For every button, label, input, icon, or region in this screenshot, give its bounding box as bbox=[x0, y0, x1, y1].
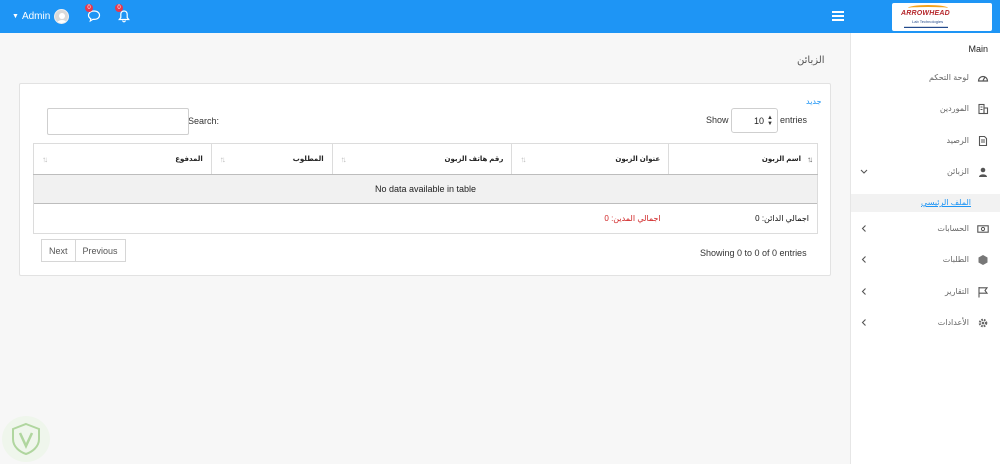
search-label: Search: bbox=[188, 116, 220, 126]
sidebar-item-balance[interactable]: الرصيد bbox=[851, 131, 1000, 151]
money-icon bbox=[977, 225, 989, 233]
table-row: No data available in table bbox=[33, 174, 818, 204]
pagination: Next Previous bbox=[41, 239, 126, 262]
chevron-left-icon bbox=[861, 225, 866, 232]
customers-table: ↑↓ المدفوع ↑↓ المطلوب ↑↓ رقم هاتف الزبون… bbox=[32, 143, 818, 234]
sidebar-item-reports[interactable]: التقارير bbox=[851, 282, 1000, 302]
sort-icon: ↑↓ bbox=[42, 155, 48, 164]
document-icon bbox=[978, 135, 988, 147]
gear-icon bbox=[978, 318, 988, 328]
empty-table-message: No data available in table bbox=[33, 174, 818, 204]
sidebar-item-label: الرصيد bbox=[946, 136, 969, 145]
customers-card: جديد entries 10 ▲ ▼ Show Search: ↑↓ المدف… bbox=[19, 83, 831, 276]
column-header-paid[interactable]: ↑↓ المدفوع bbox=[33, 143, 212, 175]
sidebar-item-label: لوحة التحكم bbox=[928, 73, 969, 82]
sidebar-item-label: الأعدادات bbox=[937, 318, 969, 327]
sidebar-item-label: الطلبات bbox=[942, 255, 969, 264]
sidebar-item-label: الموردين bbox=[939, 104, 969, 113]
sidebar-section-main: Main bbox=[968, 44, 988, 54]
sidebar-item-settings[interactable]: الأعدادات bbox=[851, 313, 1000, 333]
page-length-select[interactable]: 10 ▲ ▼ bbox=[731, 108, 778, 133]
column-header-address[interactable]: ↑↓ عنوان الزبون bbox=[511, 143, 670, 175]
new-customer-link[interactable]: جديد bbox=[806, 97, 822, 106]
search-input[interactable] bbox=[47, 108, 189, 135]
messages-button[interactable]: 0 bbox=[85, 4, 103, 25]
sidebar-item-label: الزبائن bbox=[946, 167, 969, 176]
user-avatar-icon bbox=[54, 9, 70, 24]
chevron-down-icon bbox=[860, 169, 868, 174]
sidebar-item-suppliers[interactable]: الموردين bbox=[851, 99, 1000, 119]
sidebar-item-label: الحسابات bbox=[937, 224, 969, 233]
user-icon bbox=[979, 167, 987, 177]
notifications-badge: 0 bbox=[115, 4, 123, 12]
sidebar-item-accounts[interactable]: الحسابات bbox=[851, 219, 1000, 239]
show-label: Show bbox=[706, 115, 729, 125]
sidebar-subitem-main-file[interactable]: الملف الرئيسي bbox=[851, 194, 1000, 212]
sort-icon: ↑↓ bbox=[219, 155, 226, 164]
entries-label: entries bbox=[780, 115, 808, 125]
dashboard-icon bbox=[977, 75, 989, 82]
previous-page-button[interactable]: Previous bbox=[75, 239, 126, 262]
shield-icon bbox=[12, 422, 40, 456]
pagination-info: Showing 0 to 0 of 0 entries bbox=[700, 248, 807, 258]
flag-icon bbox=[978, 287, 989, 298]
brand-name: ARROWHEAD bbox=[901, 10, 950, 17]
sort-icon: ↑↓ bbox=[340, 155, 347, 164]
user-menu[interactable]: ▼ Admin bbox=[12, 9, 70, 24]
column-header-name[interactable]: ↑↓ اسم الزبون bbox=[668, 143, 818, 175]
chevron-left-icon bbox=[861, 319, 866, 326]
page-length-value: 10 bbox=[754, 116, 765, 126]
watermark-logo bbox=[2, 416, 50, 462]
sort-ascending-icon: ↑↓ bbox=[807, 155, 813, 164]
messages-badge: 0 bbox=[85, 4, 93, 12]
sidebar-item-customers[interactable]: الزبائن bbox=[851, 162, 1000, 182]
select-arrows-icon: ▲ ▼ bbox=[767, 115, 773, 127]
total-debtors: اجمالي الدائن: 0 bbox=[668, 203, 818, 234]
user-name: Admin bbox=[21, 11, 51, 22]
chevron-left-icon bbox=[861, 288, 866, 295]
sidebar-subitem-label: الملف الرئيسي bbox=[921, 198, 971, 207]
table-header-row: ↑↓ المدفوع ↑↓ المطلوب ↑↓ رقم هاتف الزبون… bbox=[33, 143, 818, 175]
table-footer-row: اجمالي المدين: 0 اجمالي الدائن: 0 bbox=[32, 203, 818, 234]
column-header-required[interactable]: ↑↓ المطلوب bbox=[210, 143, 333, 175]
sidebar-item-dashboard[interactable]: لوحة التحكم bbox=[851, 68, 1000, 88]
suppliers-icon bbox=[978, 103, 989, 115]
caret-down-icon: ▼ bbox=[12, 13, 19, 20]
notifications-button[interactable]: 0 bbox=[115, 4, 133, 25]
chevron-left-icon bbox=[861, 256, 866, 263]
total-creditors: اجمالي المدين: 0 bbox=[511, 203, 669, 234]
box-icon bbox=[978, 255, 988, 265]
top-navbar: ▼ Admin 0 0 ARROWHEAD Lab Technologies ▬… bbox=[0, 0, 1000, 33]
column-header-phone[interactable]: ↑↓ رقم هاتف الزبون bbox=[331, 143, 513, 175]
brand-logo[interactable]: ARROWHEAD Lab Technologies ▬▬▬▬▬▬▬▬▬▬▬ bbox=[892, 3, 992, 31]
sidebar-item-orders[interactable]: الطلبات bbox=[851, 250, 1000, 270]
sidebar: Main لوحة التحكم الموردين الرصيد الزبائن bbox=[850, 33, 1000, 464]
sidebar-item-label: التقارير bbox=[944, 287, 969, 296]
next-page-button[interactable]: Next bbox=[41, 239, 76, 262]
hamburger-menu-icon[interactable] bbox=[832, 11, 844, 21]
page-title: الزبائن bbox=[797, 55, 825, 66]
sort-icon: ↑↓ bbox=[520, 155, 526, 164]
